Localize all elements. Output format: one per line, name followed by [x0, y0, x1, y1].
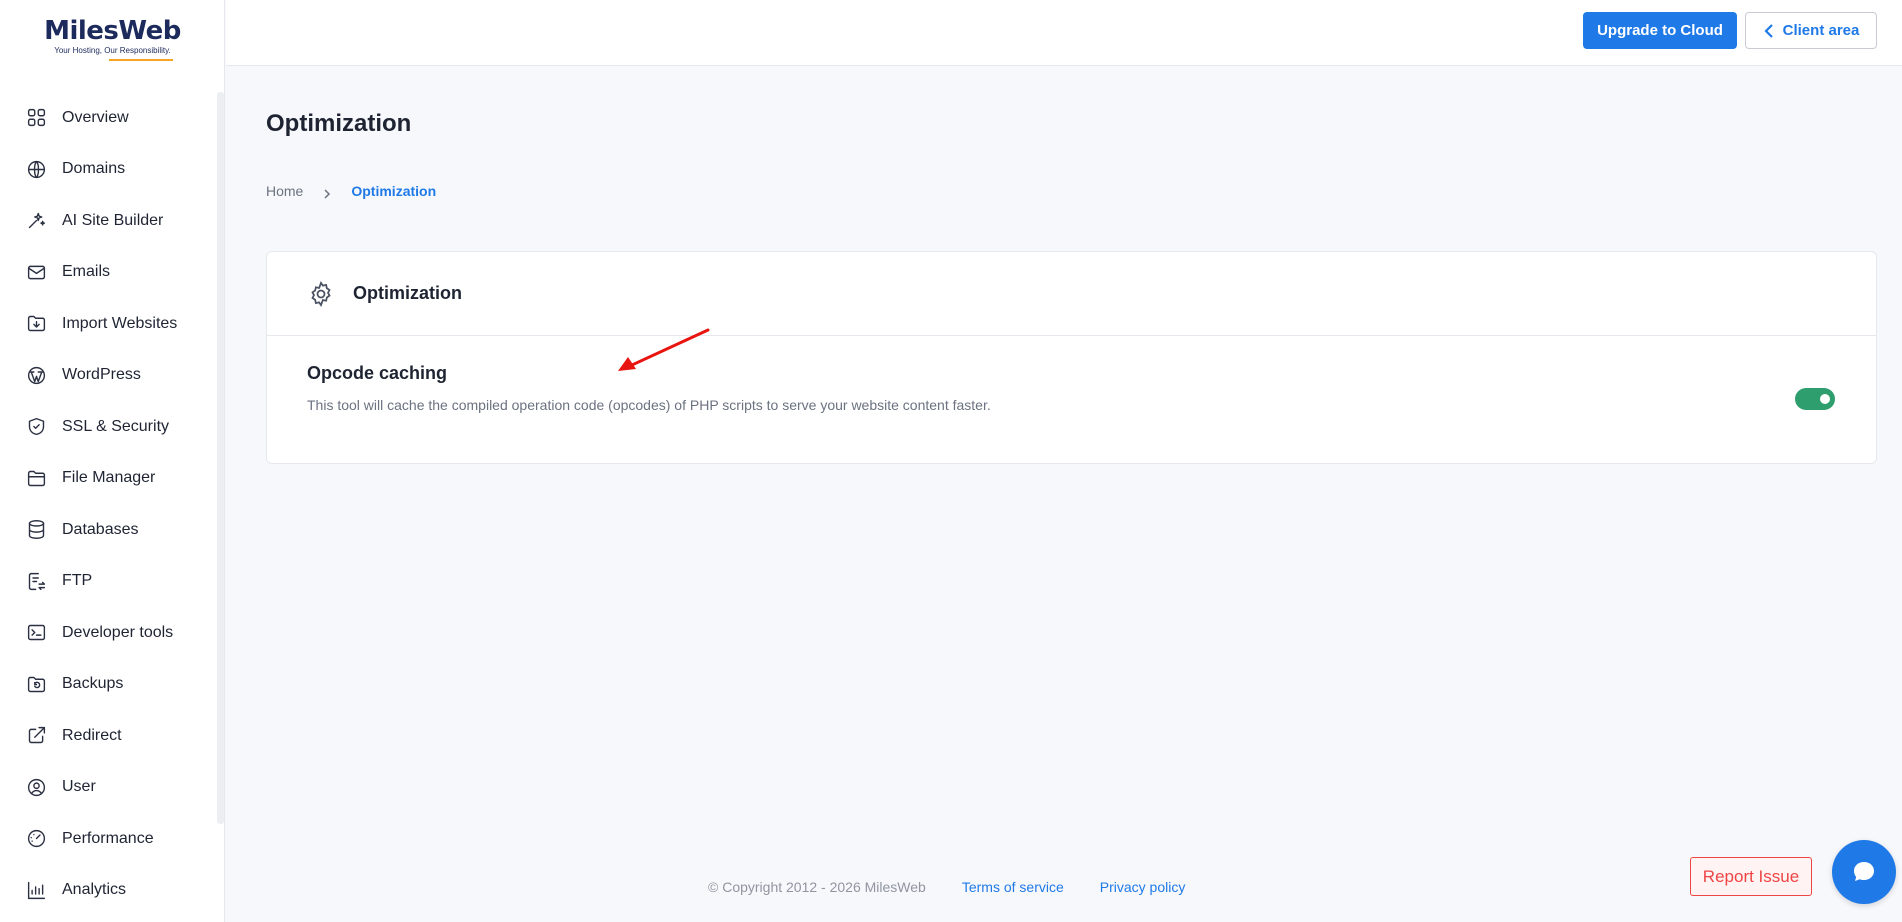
terms-of-service-link[interactable]: Terms of service	[962, 879, 1064, 895]
sidebar-item-ftp[interactable]: FTP	[0, 556, 217, 608]
sidebar-item-label: Performance	[62, 829, 154, 847]
sidebar-item-label: Domains	[62, 160, 126, 178]
sidebar-item-analytics[interactable]: Analytics	[0, 865, 217, 917]
sidebar-item-redirect[interactable]: Redirect	[0, 710, 217, 762]
upgrade-to-cloud-button[interactable]: Upgrade to Cloud	[1583, 12, 1737, 49]
annotation-arrow-icon	[618, 328, 710, 371]
sidebar-item-file-manager[interactable]: File Manager	[0, 453, 217, 505]
card-header: Optimization	[267, 252, 1876, 336]
user-icon	[25, 776, 47, 798]
backup-icon	[25, 673, 47, 695]
gear-icon	[311, 280, 331, 307]
opcode-caching-title: Opcode caching	[307, 363, 448, 383]
report-issue-button[interactable]: Report Issue	[1690, 857, 1812, 896]
sidebar-item-domains[interactable]: Domains	[0, 144, 217, 196]
redirect-icon	[25, 725, 47, 747]
brand-name: MilesWeb	[44, 16, 181, 46]
footer: © Copyright 2012 - 2026 MilesWeb Terms o…	[708, 879, 1185, 895]
sidebar-item-ssl-security[interactable]: SSL & Security	[0, 401, 217, 453]
chevron-right-icon	[323, 186, 331, 199]
breadcrumb: Home Optimization	[266, 183, 436, 199]
mail-icon	[25, 261, 47, 283]
overview-icon	[25, 107, 47, 129]
toggle-knob	[1820, 394, 1830, 404]
card-title: Optimization	[353, 283, 462, 303]
folder-icon	[25, 467, 47, 489]
sidebar-item-label: Overview	[62, 108, 129, 126]
chat-button[interactable]	[1832, 840, 1896, 904]
breadcrumb-current: Optimization	[351, 183, 437, 199]
chevron-left-icon	[1764, 23, 1773, 38]
sidebar-item-overview[interactable]: Overview	[0, 92, 217, 144]
sidebar-item-ai-site-builder[interactable]: AI Site Builder	[0, 195, 217, 247]
sidebar-item-label: Analytics	[62, 881, 127, 899]
page-title: Optimization	[266, 110, 412, 137]
import-icon	[25, 313, 47, 335]
sidebar-item-label: Backups	[62, 675, 124, 693]
brand-logo[interactable]: MilesWeb Your Hosting, Our Responsibilit…	[0, 16, 225, 61]
client-area-label: Client area	[1782, 22, 1860, 39]
opcode-caching-description: This tool will cache the compiled operat…	[307, 397, 991, 413]
sidebar-item-label: AI Site Builder	[62, 211, 164, 229]
sidebar-item-label: Databases	[62, 520, 139, 538]
sidebar-nav: Overview Domains AI Site Builder Emails …	[0, 92, 217, 916]
sidebar-item-label: Redirect	[62, 726, 122, 744]
client-area-button[interactable]: Client area	[1745, 12, 1877, 49]
sidebar-item-developer-tools[interactable]: Developer tools	[0, 607, 217, 659]
gauge-icon	[25, 828, 47, 850]
ftp-icon	[25, 570, 47, 592]
sidebar-item-label: Import Websites	[62, 314, 178, 332]
terminal-icon	[25, 622, 47, 644]
globe-icon	[25, 158, 47, 180]
brand-tagline: Your Hosting, Our Responsibility.	[54, 46, 171, 55]
sidebar-item-label: File Manager	[62, 469, 156, 487]
sparkle-icon	[25, 210, 47, 232]
wordpress-icon	[25, 364, 47, 386]
sidebar-item-emails[interactable]: Emails	[0, 247, 217, 299]
sidebar-item-label: Emails	[62, 263, 111, 281]
chat-bubble-icon	[1854, 862, 1874, 881]
sidebar-item-label: User	[62, 778, 96, 796]
sidebar-item-databases[interactable]: Databases	[0, 504, 217, 556]
sidebar-item-label: FTP	[62, 572, 93, 590]
sidebar-item-wordpress[interactable]: WordPress	[0, 350, 217, 402]
privacy-policy-link[interactable]: Privacy policy	[1100, 879, 1186, 895]
sidebar-item-backups[interactable]: Backups	[0, 659, 217, 711]
database-icon	[25, 519, 47, 541]
sidebar-item-label: Developer tools	[62, 623, 174, 641]
logo-underline	[108, 59, 173, 61]
sidebar-item-performance[interactable]: Performance	[0, 813, 217, 865]
sidebar-scrollbar[interactable]	[217, 92, 224, 824]
opcode-caching-toggle[interactable]	[1795, 388, 1835, 410]
sidebar-item-import-websites[interactable]: Import Websites	[0, 298, 217, 350]
sidebar-item-label: WordPress	[62, 366, 141, 384]
chart-icon	[25, 879, 47, 901]
sidebar: MilesWeb Your Hosting, Our Responsibilit…	[0, 0, 225, 922]
breadcrumb-home-link[interactable]: Home	[266, 183, 303, 199]
sidebar-item-user[interactable]: User	[0, 762, 217, 814]
copyright-text: © Copyright 2012 - 2026 MilesWeb	[708, 879, 926, 895]
shield-icon	[25, 416, 47, 438]
optimization-card: Optimization Opcode caching This tool wi…	[266, 251, 1877, 464]
sidebar-item-label: SSL & Security	[62, 417, 170, 435]
